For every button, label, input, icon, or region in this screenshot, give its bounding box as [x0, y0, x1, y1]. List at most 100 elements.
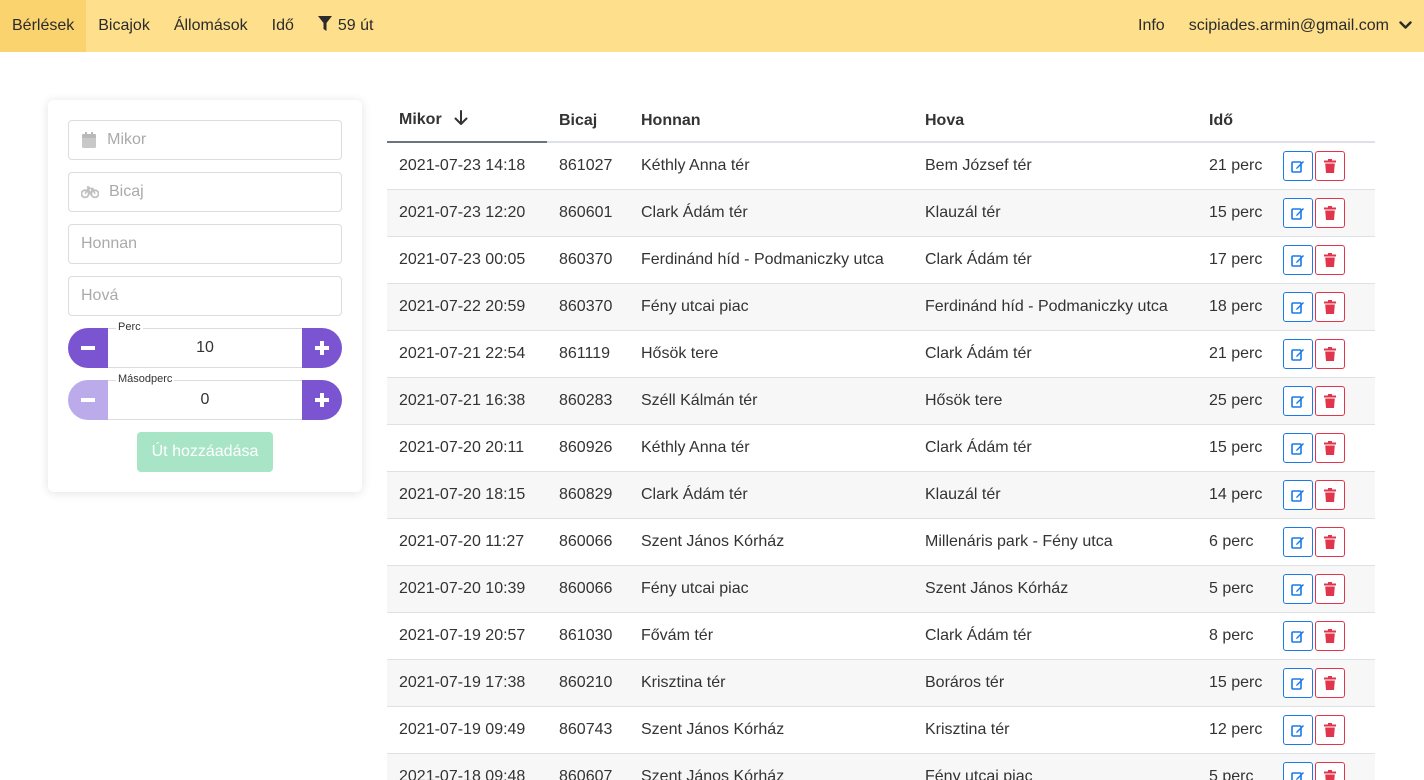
edit-button[interactable]	[1283, 714, 1313, 745]
cell-bike: 860926	[547, 423, 629, 471]
when-field[interactable]	[68, 120, 342, 160]
cell-time: 5 perc	[1197, 752, 1279, 780]
nav-info-label: Info	[1138, 17, 1165, 34]
delete-button[interactable]	[1315, 714, 1345, 745]
edit-button[interactable]	[1283, 432, 1313, 463]
cell-to: Bem József tér	[913, 141, 1197, 189]
column-header-from[interactable]: Honnan	[629, 100, 913, 143]
minutes-decrement-button[interactable]	[68, 328, 108, 368]
cell-when-value: 2021-07-19 20:57	[399, 626, 526, 644]
cell-bike-value: 860283	[559, 391, 613, 409]
edit-button[interactable]	[1283, 526, 1313, 557]
edit-button[interactable]	[1283, 291, 1313, 322]
table-row: 2021-07-20 11:27 860066 Szent János Kórh…	[387, 517, 1375, 565]
column-header-to[interactable]: Hova	[913, 100, 1197, 143]
cell-actions	[1279, 423, 1375, 471]
cell-bike-value: 860926	[559, 438, 613, 456]
user-menu[interactable]: scipiades.armin@gmail.com	[1177, 0, 1424, 52]
cell-when: 2021-07-22 20:59	[387, 282, 547, 330]
table-row: 2021-07-23 14:18 861027 Kéthly Anna tér …	[387, 141, 1375, 189]
edit-button[interactable]	[1283, 667, 1313, 698]
edit-button[interactable]	[1283, 385, 1313, 416]
delete-button[interactable]	[1315, 244, 1345, 275]
edit-button[interactable]	[1283, 338, 1313, 369]
cell-actions	[1279, 564, 1375, 612]
edit-button[interactable]	[1283, 244, 1313, 275]
edit-icon	[1291, 489, 1304, 502]
cell-from-value: Szent János Kórház	[641, 767, 785, 780]
cell-time-value: 12 perc	[1209, 720, 1263, 738]
nav-item-rentals[interactable]: Bérlések	[0, 0, 87, 52]
delete-button[interactable]	[1315, 573, 1345, 604]
cell-actions	[1279, 517, 1375, 565]
from-input[interactable]	[81, 235, 329, 253]
seconds-decrement-button[interactable]	[68, 380, 108, 420]
from-field[interactable]	[68, 224, 342, 264]
table-row: 2021-07-20 10:39 860066 Fény utcai piac …	[387, 564, 1375, 612]
nav-filter[interactable]: 59 út	[306, 0, 386, 52]
cell-to: Clark Ádám tér	[913, 235, 1197, 283]
add-trip-button[interactable]: Út hozzáadása	[137, 432, 273, 472]
delete-button[interactable]	[1315, 761, 1345, 780]
delete-button[interactable]	[1315, 385, 1345, 416]
when-input[interactable]	[107, 131, 329, 149]
bike-input[interactable]	[109, 183, 329, 201]
edit-icon	[1291, 348, 1304, 361]
delete-button[interactable]	[1315, 338, 1345, 369]
table-row: 2021-07-18 09:48 860607 Szent János Kórh…	[387, 752, 1375, 780]
cell-when-value: 2021-07-20 20:11	[399, 438, 525, 456]
edit-button[interactable]	[1283, 620, 1313, 651]
delete-button[interactable]	[1315, 291, 1345, 322]
cell-time: 15 perc	[1197, 658, 1279, 706]
edit-icon	[1291, 630, 1304, 643]
edit-button[interactable]	[1283, 197, 1313, 228]
trips-table: Mikor Bicaj Honnan Hova Idő 2021-07-23 1…	[387, 100, 1375, 780]
cell-when: 2021-07-19 17:38	[387, 658, 547, 706]
table-row: 2021-07-21 22:54 861119 Hősök tere Clark…	[387, 329, 1375, 377]
column-header-time[interactable]: Idő	[1197, 100, 1279, 143]
delete-button[interactable]	[1315, 526, 1345, 557]
to-field[interactable]	[68, 276, 342, 316]
cell-to-value: Bem József tér	[925, 156, 1032, 174]
edit-button[interactable]	[1283, 150, 1313, 181]
seconds-value-box[interactable]: Másodperc 0	[108, 373, 302, 420]
edit-button[interactable]	[1283, 573, 1313, 604]
delete-button[interactable]	[1315, 197, 1345, 228]
nav-info[interactable]: Info	[1126, 0, 1177, 52]
cell-when-value: 2021-07-21 16:38	[399, 391, 526, 409]
column-header-when[interactable]: Mikor	[387, 100, 547, 143]
seconds-value: 0	[200, 391, 210, 408]
delete-button[interactable]	[1315, 667, 1345, 698]
chevron-down-icon	[1399, 17, 1412, 35]
edit-button[interactable]	[1283, 479, 1313, 510]
top-navbar: Bérlések Bicajok Állomások Idő 59 út Inf…	[0, 0, 1424, 52]
delete-button[interactable]	[1315, 432, 1345, 463]
cell-from: Fény utcai piac	[629, 282, 913, 330]
column-header-bike[interactable]: Bicaj	[547, 100, 629, 143]
nav-item-time[interactable]: Idő	[260, 0, 306, 52]
cell-time-value: 21 perc	[1209, 156, 1263, 174]
cell-time-value: 8 perc	[1209, 626, 1254, 644]
nav-item-bikes[interactable]: Bicajok	[86, 0, 162, 52]
trash-icon	[1324, 769, 1336, 780]
minutes-value-box[interactable]: Perc 10	[108, 321, 302, 368]
filter-icon	[317, 15, 332, 37]
delete-button[interactable]	[1315, 150, 1345, 181]
edit-icon	[1291, 536, 1304, 549]
nav-item-stations[interactable]: Állomások	[162, 0, 260, 52]
delete-button[interactable]	[1315, 479, 1345, 510]
edit-button[interactable]	[1283, 761, 1313, 780]
to-input[interactable]	[81, 287, 329, 305]
cell-to-value: Szent János Kórház	[925, 579, 1069, 597]
cell-when: 2021-07-21 16:38	[387, 376, 547, 424]
nav-item-label: Bérlések	[12, 17, 75, 34]
seconds-increment-button[interactable]	[302, 380, 342, 420]
bike-field[interactable]	[68, 172, 342, 212]
edit-icon	[1291, 207, 1304, 220]
cell-when-value: 2021-07-23 14:18	[399, 156, 526, 174]
table-row: 2021-07-23 12:20 860601 Clark Ádám tér K…	[387, 188, 1375, 236]
cell-bike-value: 860066	[559, 532, 613, 550]
cell-actions	[1279, 705, 1375, 753]
minutes-increment-button[interactable]	[302, 328, 342, 368]
delete-button[interactable]	[1315, 620, 1345, 651]
